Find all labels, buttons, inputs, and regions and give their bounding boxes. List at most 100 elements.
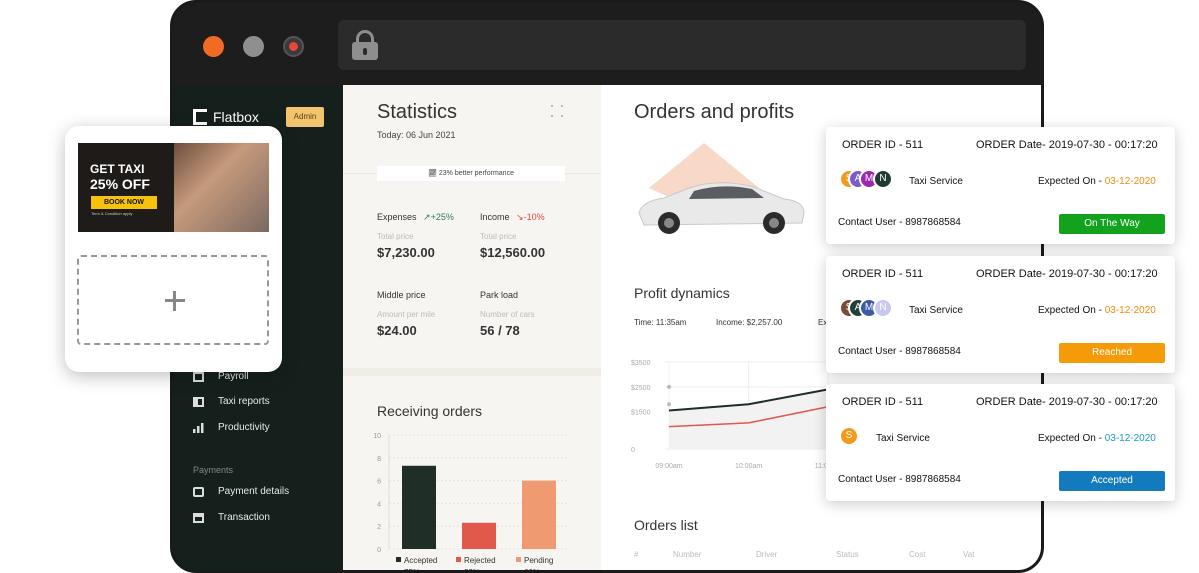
avatar: S <box>839 426 859 446</box>
performance-text: 23% better performance <box>438 170 514 177</box>
order-card-2[interactable]: ORDER ID - 511 ORDER Date- 2019-07-30 - … <box>826 256 1175 373</box>
expected-on: Expected On - 03-12-2020 <box>1038 176 1156 187</box>
order-card-3[interactable]: ORDER ID - 511 ORDER Date- 2019-07-30 - … <box>826 384 1175 501</box>
close-window-button[interactable] <box>203 36 224 57</box>
sidebar-item-label: Taxi reports <box>218 396 270 407</box>
driver-photo <box>174 143 269 232</box>
status-badge[interactable]: Reached <box>1059 343 1165 363</box>
dollar-icon <box>193 486 204 497</box>
category-label: Rejected <box>464 556 496 565</box>
y-tick-label: 0 <box>377 547 381 554</box>
park-load-sub: Number of cars <box>480 310 535 319</box>
reports-icon <box>193 396 204 407</box>
avatar: N <box>873 298 893 318</box>
stage: Flatbox Admin Payroll Taxi reports Produ… <box>0 0 1199 573</box>
middle-price-sub: Amount per mile <box>377 310 436 319</box>
data-label: 60% <box>524 568 540 573</box>
service-name: Taxi Service <box>876 433 930 444</box>
order-id: ORDER ID - 511 <box>842 139 924 151</box>
orders-list-title: Orders list <box>634 517 698 533</box>
income-label: Income ↘-10% <box>480 212 545 222</box>
marker-point <box>667 402 671 407</box>
list-header-driver: Driver <box>756 550 778 559</box>
income-value: $12,560.00 <box>480 245 546 260</box>
list-header-cost: Cost <box>909 550 926 559</box>
more-options-icon[interactable] <box>551 105 565 119</box>
transaction-icon <box>193 512 204 523</box>
contact-user: Contact User - 8987868584 <box>838 346 961 357</box>
data-label: 75% <box>404 568 420 573</box>
y-tick-label: $1500 <box>631 410 651 417</box>
performance-badge: 📈︎ 23% better performance <box>377 166 565 181</box>
status-badge[interactable]: Accepted <box>1059 471 1165 491</box>
income-delta: ↘-10% <box>516 212 545 222</box>
promo-card: GET TAXI 25% OFF BOOK NOW Term & Conditi… <box>65 126 282 372</box>
order-date: ORDER Date- 2019-07-30 - 00:17:20 <box>976 139 1158 151</box>
brand-name: Flatbox <box>213 109 259 125</box>
park-load-value: 56 / 78 <box>480 323 520 338</box>
brand-logo[interactable]: Flatbox <box>193 109 259 125</box>
taxi-promo-banner[interactable]: GET TAXI 25% OFF BOOK NOW Term & Conditi… <box>78 143 269 232</box>
payroll-icon <box>193 371 204 382</box>
contact-user: Contact User - 8987868584 <box>838 217 961 228</box>
y-tick-label: $3500 <box>631 360 651 367</box>
bar-accepted <box>402 465 436 549</box>
bar-pending <box>522 480 556 549</box>
list-header-vat: Vat <box>963 550 975 559</box>
y-tick-label: 0 <box>631 447 635 454</box>
statistics-title: Statistics <box>377 101 458 123</box>
sidebar-item-payment-details[interactable]: Payment details <box>193 486 289 497</box>
list-header-number: Number <box>673 550 702 559</box>
category-label: Pending <box>524 556 553 565</box>
legend-swatch <box>396 557 401 562</box>
today-date: Today: 06 Jun 2021 <box>377 130 456 140</box>
income-readout: Income: $2,257.00 <box>716 318 783 327</box>
sidebar-item-payroll[interactable]: Payroll <box>193 371 249 382</box>
park-load-label: Park load <box>480 290 519 300</box>
middle-price-label: Middle price <box>377 290 426 300</box>
income-sub: Total price <box>480 232 517 241</box>
sidebar-item-label: Payroll <box>218 371 249 382</box>
legend-swatch <box>456 557 461 562</box>
service-name: Taxi Service <box>909 176 963 187</box>
contact-user: Contact User - 8987868584 <box>838 474 961 485</box>
book-now-button[interactable]: BOOK NOW <box>91 196 157 209</box>
sidebar-item-label: Transaction <box>218 512 270 523</box>
promo-terms: Term & Condition apply <box>91 211 133 216</box>
expenses-label: Expenses ↗+25% <box>377 212 454 222</box>
y-tick-label: 10 <box>373 433 381 440</box>
sidebar-item-label: Productivity <box>218 422 270 433</box>
car-image <box>638 143 805 234</box>
sidebar-item-productivity[interactable]: Productivity <box>193 422 270 433</box>
receiving-orders-chart: 10 8 6 4 2 0 Accepted 75% Rejected 23% Pending 60% <box>373 433 569 573</box>
service-name: Taxi Service <box>909 305 963 316</box>
sidebar-item-taxi-reports[interactable]: Taxi reports <box>193 396 270 407</box>
y-tick-label: $2500 <box>631 385 651 392</box>
list-header-hash: # <box>634 550 639 559</box>
expenses-delta: ↗+25% <box>423 212 454 222</box>
avatar: N <box>873 169 893 189</box>
y-tick-label: 6 <box>377 479 381 486</box>
address-bar[interactable] <box>338 20 1026 70</box>
sidebar-item-label: Payment details <box>218 486 290 497</box>
order-card-1[interactable]: ORDER ID - 511 ORDER Date- 2019-07-30 - … <box>826 127 1175 244</box>
marker-point <box>667 384 671 389</box>
promo-line1: GET TAXI <box>90 162 145 176</box>
payments-section-title: Payments <box>193 465 234 475</box>
order-id: ORDER ID - 511 <box>842 396 924 408</box>
promo-line2: 25% OFF <box>90 176 150 192</box>
bar-rejected <box>462 522 496 549</box>
record-button[interactable] <box>283 36 304 57</box>
receiving-orders-title: Receiving orders <box>377 403 483 419</box>
expected-date: 03-12-2020 <box>1104 433 1156 444</box>
order-id: ORDER ID - 511 <box>842 268 924 280</box>
minimize-window-button[interactable] <box>243 36 264 57</box>
trend-icon: 📈︎ <box>428 170 437 177</box>
add-banner-dropzone[interactable] <box>77 255 269 345</box>
expenses-sub: Total price <box>377 232 414 241</box>
expected-date: 03-12-2020 <box>1104 305 1156 316</box>
status-badge[interactable]: On The Way <box>1059 214 1165 234</box>
sidebar-item-transaction[interactable]: Transaction <box>193 512 270 523</box>
y-tick-label: 2 <box>377 524 381 531</box>
y-tick-label: 4 <box>377 501 381 508</box>
